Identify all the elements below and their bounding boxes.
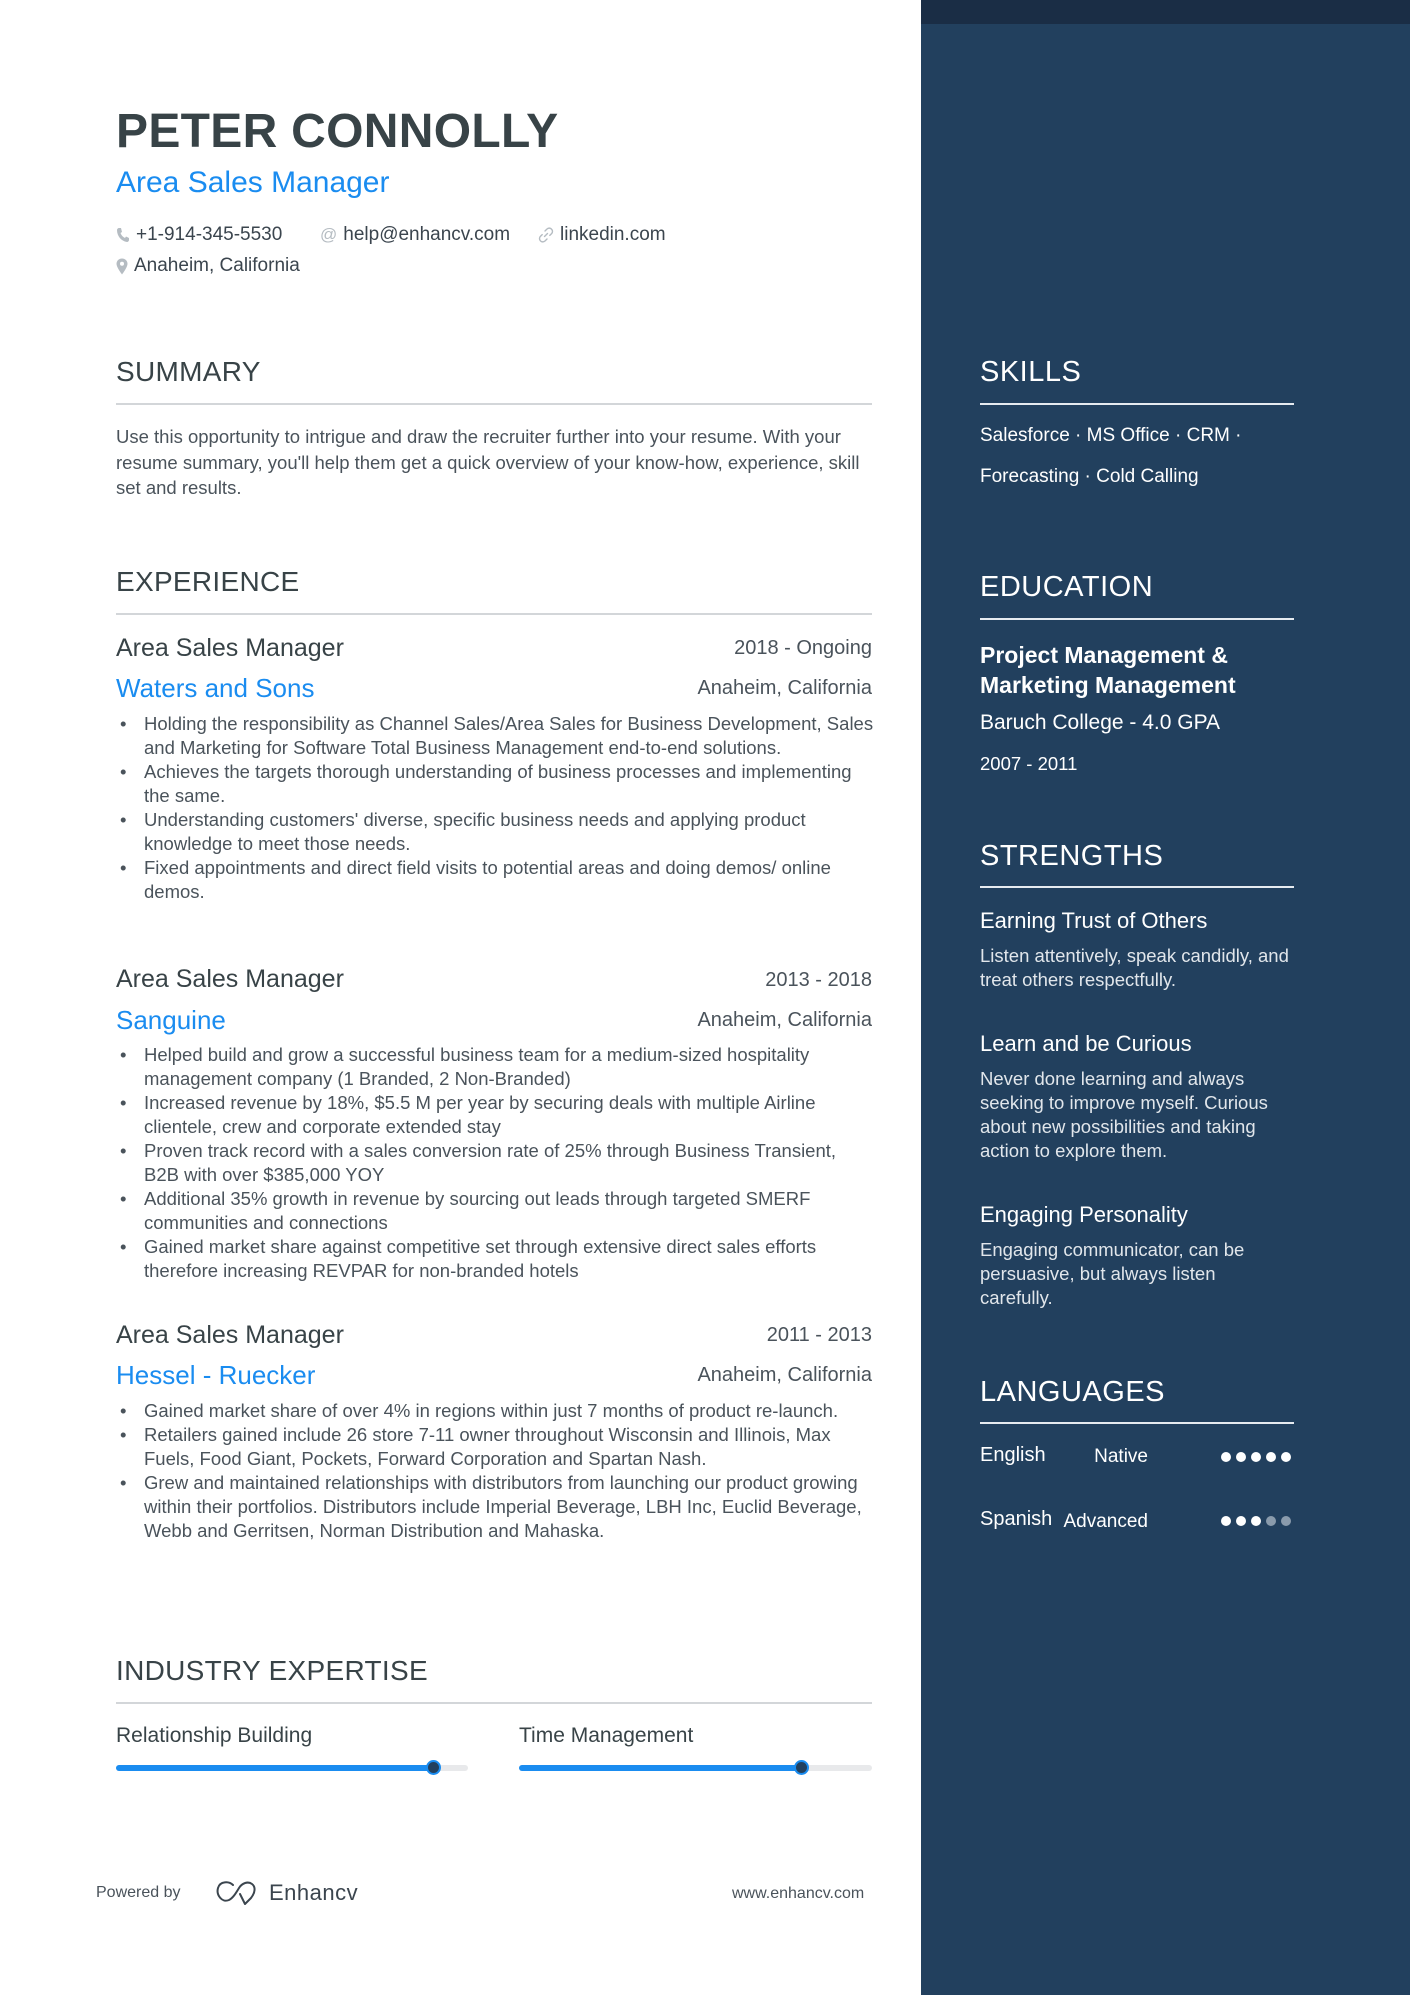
experience-divider bbox=[116, 613, 872, 615]
expertise-slider bbox=[116, 1760, 468, 1775]
job-bullet: Achieves the targets thorough understand… bbox=[116, 760, 876, 808]
languages-heading: LANGUAGES bbox=[980, 1376, 1165, 1408]
education-divider bbox=[980, 618, 1294, 620]
industry-expertise-heading: INDUSTRY EXPERTISE bbox=[116, 1655, 428, 1686]
enhancv-brand-text: Enhancv bbox=[269, 1880, 359, 1905]
job-dates: 2013 - 2018 bbox=[765, 969, 872, 991]
rating-dot-empty bbox=[1266, 1516, 1276, 1526]
sidebar: SKILLS Salesforce · MS Office · CRM · Fo… bbox=[921, 0, 1410, 1995]
job-location: Anaheim, California bbox=[697, 677, 872, 699]
skills-line: Salesforce · MS Office · CRM · bbox=[980, 425, 1242, 446]
job-bullets: Gained market share of over 4% in region… bbox=[116, 1399, 876, 1543]
email-link[interactable]: help@enhancv.com bbox=[343, 224, 510, 246]
experience-heading: EXPERIENCE bbox=[116, 566, 300, 597]
rating-dot-filled bbox=[1266, 1452, 1276, 1462]
degree-line: Project Management & bbox=[980, 642, 1228, 668]
expertise-slider-knob bbox=[794, 1760, 809, 1775]
candidate-title: Area Sales Manager bbox=[116, 166, 390, 199]
expertise-slider-knob bbox=[426, 1760, 441, 1775]
language-level: Native bbox=[1094, 1446, 1148, 1467]
contact-linkedin[interactable]: linkedin.com bbox=[538, 224, 666, 246]
rating-dot-filled bbox=[1221, 1452, 1231, 1462]
expertise-slider-fill bbox=[519, 1765, 801, 1771]
skills-heading: SKILLS bbox=[980, 356, 1082, 388]
job-bullet: Fixed appointments and direct field visi… bbox=[116, 856, 876, 904]
job-bullet: Additional 35% growth in revenue by sour… bbox=[116, 1187, 876, 1235]
skills-divider bbox=[980, 403, 1294, 405]
job-bullet: Proven track record with a sales convers… bbox=[116, 1139, 876, 1187]
company-name: Hessel - Ruecker bbox=[116, 1360, 316, 1390]
expertise-label: Time Management bbox=[519, 1724, 694, 1747]
school-name: Baruch College - 4.0 GPA bbox=[980, 711, 1221, 734]
rating-dot-filled bbox=[1251, 1452, 1261, 1462]
languages-divider bbox=[980, 1422, 1294, 1424]
strength-description: Listen attentively, speak candidly, and … bbox=[980, 945, 1289, 990]
strength-title: Learn and be Curious bbox=[980, 1031, 1192, 1056]
contact-location: Anaheim, California bbox=[116, 255, 300, 277]
rating-dot-filled bbox=[1236, 1516, 1246, 1526]
company-name: Sanguine bbox=[116, 1005, 226, 1035]
strength-title: Earning Trust of Others bbox=[980, 908, 1208, 933]
rating-dot-empty bbox=[1281, 1516, 1291, 1526]
job-bullet: Gained market share of over 4% in region… bbox=[116, 1399, 876, 1423]
rating-dot-filled bbox=[1236, 1452, 1246, 1462]
job-bullet: Helped build and grow a successful busin… bbox=[116, 1043, 876, 1091]
expertise-slider bbox=[519, 1760, 872, 1775]
degree-title: Project Management & Marketing Managemen… bbox=[980, 640, 1310, 700]
job-bullets: Helped build and grow a successful busin… bbox=[116, 1043, 876, 1283]
expertise-slider-fill bbox=[116, 1765, 433, 1771]
education-heading: EDUCATION bbox=[980, 571, 1154, 603]
job-bullet: Retailers gained include 26 store 7-11 o… bbox=[116, 1423, 876, 1471]
sidebar-top-strip bbox=[921, 0, 1410, 24]
summary-divider bbox=[116, 403, 872, 405]
rating-dot-filled bbox=[1251, 1516, 1261, 1526]
strengths-heading: STRENGTHS bbox=[980, 840, 1164, 872]
language-level: Advanced bbox=[1063, 1511, 1148, 1532]
enhancv-logo-icon bbox=[215, 1880, 261, 1906]
link-icon bbox=[538, 227, 554, 243]
job-bullet: Gained market share against competitive … bbox=[116, 1235, 876, 1283]
company-name: Waters and Sons bbox=[116, 673, 315, 703]
contact-email[interactable]: @ help@enhancv.com bbox=[320, 224, 510, 246]
strength-description: Engaging communicator, can be persuasive… bbox=[980, 1239, 1245, 1308]
strengths-divider bbox=[980, 886, 1294, 888]
candidate-name: PETER CONNOLLY bbox=[116, 105, 559, 158]
location-text: Anaheim, California bbox=[134, 255, 300, 276]
job-title: Area Sales Manager bbox=[116, 634, 344, 662]
phone-text: +1-914-345-5530 bbox=[136, 224, 283, 245]
job-title: Area Sales Manager bbox=[116, 965, 344, 993]
job-bullet: Holding the responsibility as Channel Sa… bbox=[116, 712, 876, 760]
rating-dot-filled bbox=[1281, 1452, 1291, 1462]
job-dates: 2018 - Ongoing bbox=[734, 637, 872, 659]
job-location: Anaheim, California bbox=[697, 1364, 872, 1386]
summary-heading: SUMMARY bbox=[116, 356, 261, 387]
job-bullet: Understanding customers' diverse, specif… bbox=[116, 808, 876, 856]
at-icon: @ bbox=[320, 225, 338, 244]
language-rating bbox=[1221, 1516, 1291, 1526]
strength-title: Engaging Personality bbox=[980, 1202, 1188, 1227]
contact-phone: +1-914-345-5530 bbox=[116, 224, 282, 246]
linkedin-link[interactable]: linkedin.com bbox=[560, 224, 666, 246]
website-link[interactable]: www.enhancv.com bbox=[732, 1885, 864, 1903]
enhancv-logo[interactable]: Enhancv bbox=[215, 1880, 358, 1906]
job-title: Area Sales Manager bbox=[116, 1321, 344, 1349]
industry-expertise-divider bbox=[116, 1702, 872, 1704]
education-dates: 2007 - 2011 bbox=[980, 753, 1078, 774]
job-bullet: Grew and maintained relationships with d… bbox=[116, 1471, 876, 1543]
rating-dot-filled bbox=[1221, 1516, 1231, 1526]
summary-text: Use this opportunity to intrigue and dra… bbox=[116, 426, 860, 498]
skills-line: Forecasting · Cold Calling bbox=[980, 466, 1199, 487]
job-bullets: Holding the responsibility as Channel Sa… bbox=[116, 712, 876, 904]
location-pin-icon bbox=[116, 258, 128, 275]
job-bullet: Increased revenue by 18%, $5.5 M per yea… bbox=[116, 1091, 876, 1139]
degree-line: Marketing Management bbox=[980, 672, 1236, 698]
strength-description: Never done learning and always seeking t… bbox=[980, 1068, 1268, 1161]
language-rating bbox=[1221, 1452, 1291, 1462]
powered-by-text: Powered by bbox=[96, 1884, 181, 1901]
job-location: Anaheim, California bbox=[697, 1009, 872, 1031]
phone-icon bbox=[116, 227, 130, 243]
job-dates: 2011 - 2013 bbox=[766, 1324, 872, 1346]
expertise-label: Relationship Building bbox=[116, 1724, 313, 1747]
